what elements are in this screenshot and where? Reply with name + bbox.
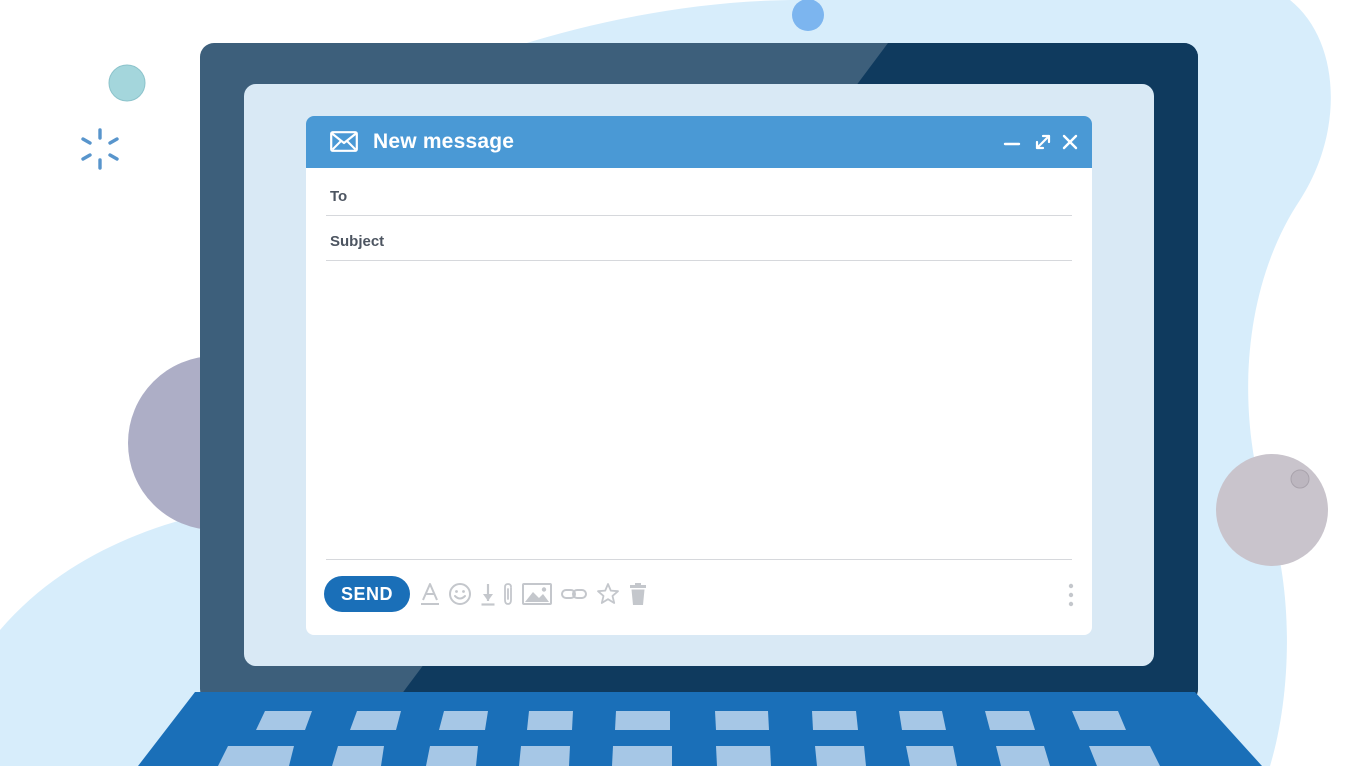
more-options-icon <box>1068 583 1074 607</box>
download-icon <box>481 584 495 606</box>
compose-window: New message To Subject SEND <box>306 116 1092 635</box>
message-body-input[interactable] <box>326 262 1076 562</box>
minimize-button[interactable] <box>1003 133 1021 151</box>
sparkle-icon <box>81 128 119 170</box>
envelope-icon <box>330 131 358 152</box>
subject-field: Subject <box>326 214 1072 261</box>
expand-icon <box>1035 134 1051 150</box>
send-button[interactable]: SEND <box>324 576 410 612</box>
decor-circle-right <box>1216 454 1328 566</box>
toolbar-divider <box>326 559 1072 560</box>
to-label: To <box>330 188 348 205</box>
link-icon <box>561 589 587 599</box>
attach-button[interactable] <box>502 582 514 606</box>
decor-dot-teal <box>108 64 146 102</box>
compose-title-bar: New message <box>306 116 1092 168</box>
star-icon <box>597 583 619 604</box>
more-options-button[interactable] <box>1066 582 1076 608</box>
decor-dot-top <box>792 0 824 31</box>
delete-button[interactable] <box>628 582 648 606</box>
emoji-icon <box>449 583 471 605</box>
close-button[interactable] <box>1061 133 1079 151</box>
attach-icon <box>504 583 512 605</box>
text-format-icon <box>421 583 439 605</box>
insert-link-button[interactable] <box>560 582 588 606</box>
minimize-icon <box>1003 142 1021 146</box>
subject-label: Subject <box>330 233 385 250</box>
star-button[interactable] <box>596 582 620 606</box>
to-input[interactable] <box>406 181 1060 211</box>
trash-icon <box>630 583 646 605</box>
subject-input[interactable] <box>416 226 1060 256</box>
compose-title: New message <box>373 130 515 153</box>
text-format-button[interactable] <box>420 582 440 606</box>
insert-image-button[interactable] <box>522 582 552 606</box>
laptop-keyboard <box>138 692 1262 766</box>
image-icon <box>522 583 552 605</box>
expand-button[interactable] <box>1034 133 1052 151</box>
close-icon <box>1062 134 1078 150</box>
decor-circle-small-right <box>1290 469 1310 489</box>
emoji-button[interactable] <box>448 582 472 606</box>
download-button[interactable] <box>480 582 496 606</box>
to-field: To <box>326 169 1072 216</box>
